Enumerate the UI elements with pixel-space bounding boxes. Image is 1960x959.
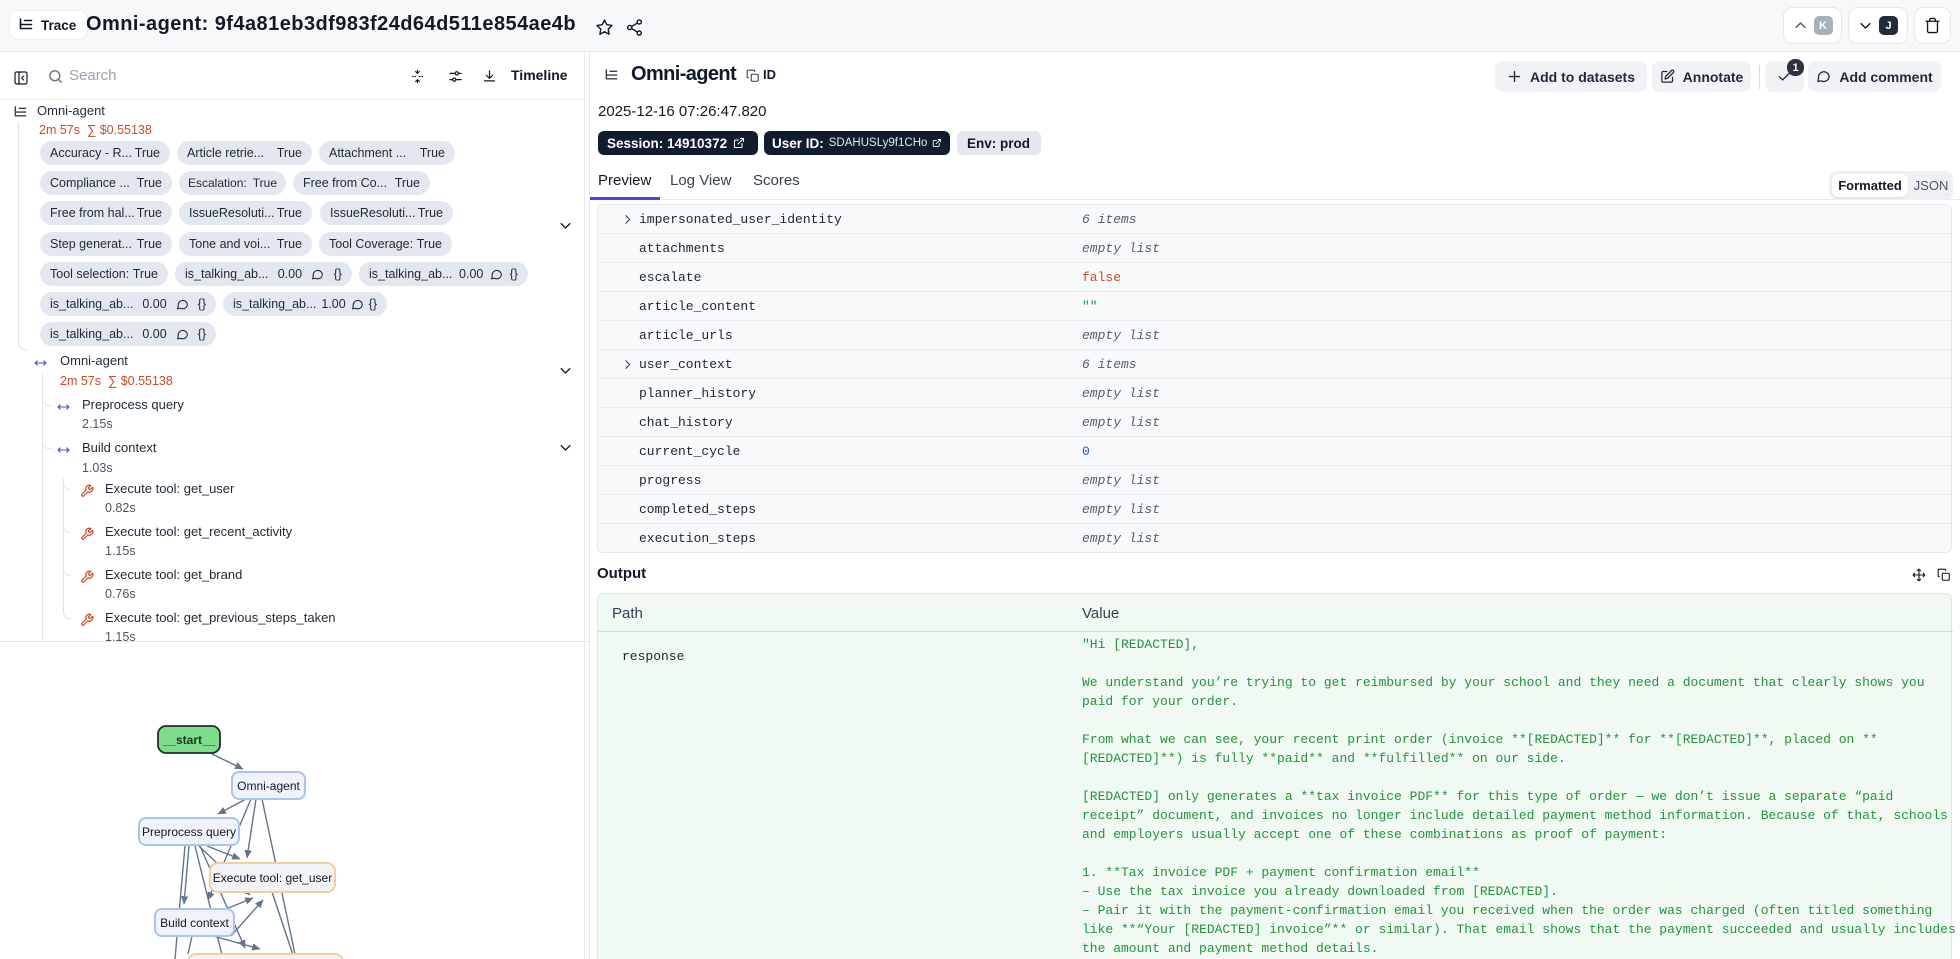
svg-text:Build context: Build context xyxy=(160,916,229,930)
svg-text:Preprocess query: Preprocess query xyxy=(142,825,236,839)
svg-text:__start__: __start__ xyxy=(162,733,216,747)
svg-text:Omni-agent: Omni-agent xyxy=(237,779,300,793)
svg-text:Execute tool: get_user: Execute tool: get_user xyxy=(213,871,332,885)
